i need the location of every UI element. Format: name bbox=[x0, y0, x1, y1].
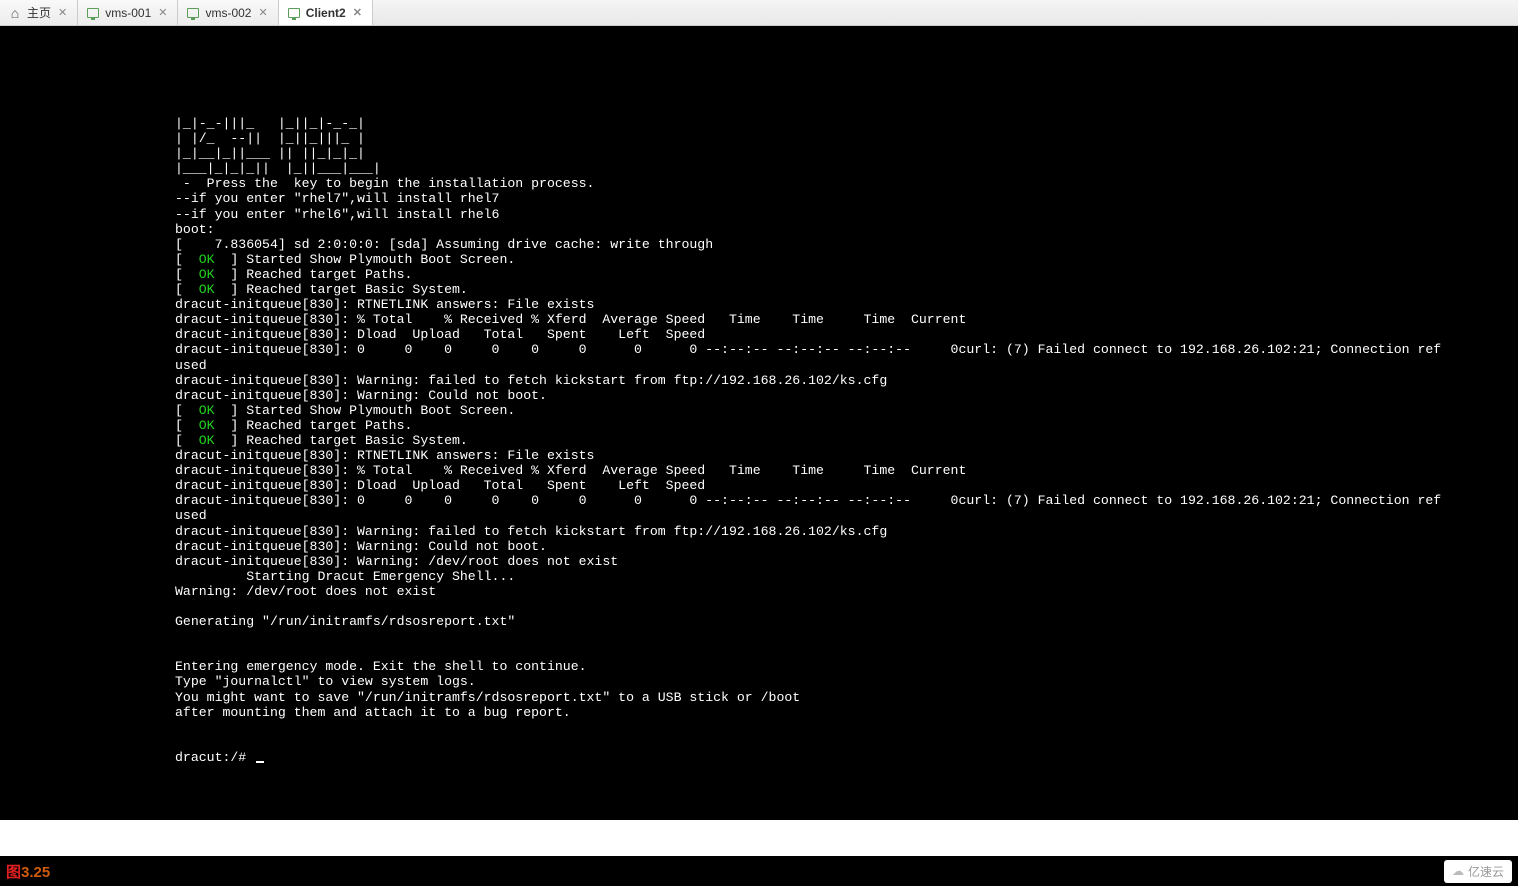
tab-vms-001[interactable]: vms-001 ✕ bbox=[78, 0, 178, 25]
bottom-bar: 图3.25 亿速云 bbox=[0, 856, 1518, 886]
tab-vms-002[interactable]: vms-002 ✕ bbox=[178, 0, 278, 25]
tab-主页[interactable]: 主页 ✕ bbox=[0, 0, 78, 25]
vm-icon bbox=[187, 8, 199, 18]
watermark-badge: 亿速云 bbox=[1444, 860, 1512, 883]
vm-icon bbox=[288, 8, 300, 18]
tab-label: vms-002 bbox=[205, 6, 251, 20]
close-icon[interactable]: ✕ bbox=[56, 6, 69, 19]
cloud-icon bbox=[1452, 864, 1464, 878]
vm-icon bbox=[87, 8, 99, 18]
tab-label: Client2 bbox=[306, 6, 346, 20]
close-icon[interactable]: ✕ bbox=[156, 6, 169, 19]
tab-label: vms-001 bbox=[105, 6, 151, 20]
home-icon bbox=[8, 6, 22, 20]
tab-label: 主页 bbox=[27, 4, 51, 21]
tab-Client2[interactable]: Client2 ✕ bbox=[279, 0, 373, 25]
tab-bar: 主页 ✕ vms-001 ✕ vms-002 ✕ Client2 ✕ bbox=[0, 0, 1518, 26]
close-icon[interactable]: ✕ bbox=[351, 6, 364, 19]
figure-label: 图3.25 bbox=[6, 861, 50, 882]
close-icon[interactable]: ✕ bbox=[256, 6, 269, 19]
vm-console[interactable]: |_|-_-|||_ |_||_|-_-_| | |/_ --|| |_||_|… bbox=[0, 26, 1518, 820]
